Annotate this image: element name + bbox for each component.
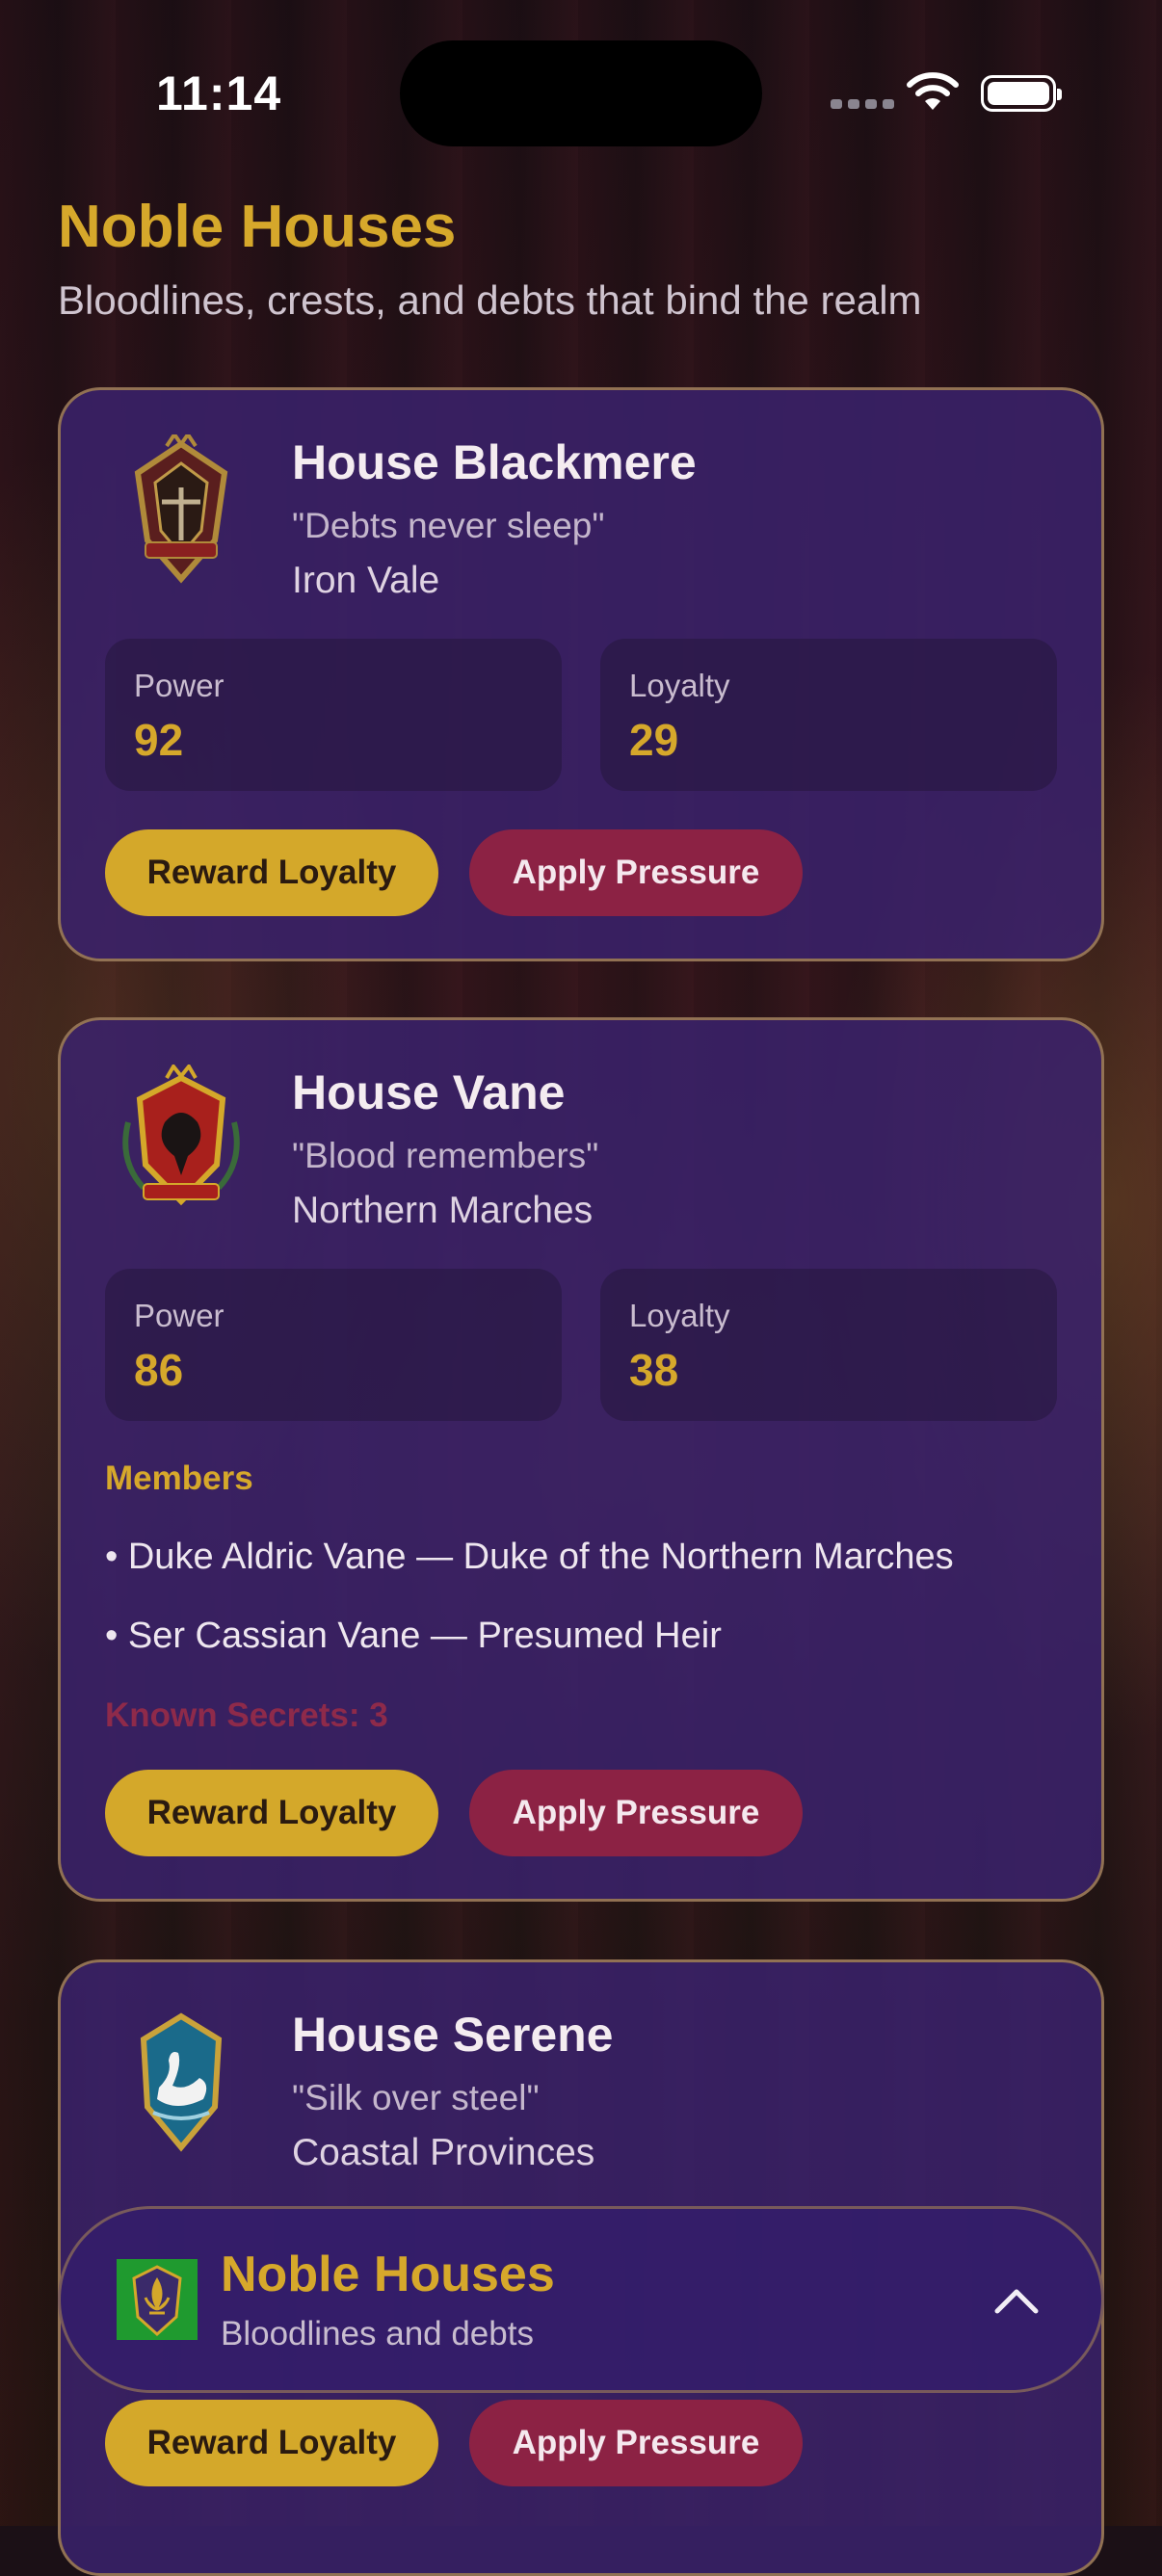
status-bar: 11:14 [0,0,1162,193]
power-value: 86 [134,1345,184,1395]
reward-loyalty-button[interactable]: Reward Loyalty [105,1770,438,1856]
crest-vane-icon [122,1065,240,1206]
fleur-de-lis-crest-icon [132,2265,182,2337]
reward-loyalty-button[interactable]: Reward Loyalty [105,2400,438,2486]
house-region: Iron Vale [292,560,440,601]
house-name: House Blackmere [292,435,697,489]
loyalty-value: 29 [629,715,679,765]
power-stat: Power 86 [105,1269,562,1421]
loyalty-value: 38 [629,1345,679,1395]
apply-pressure-button[interactable]: Apply Pressure [469,2400,803,2486]
crest-blackmere-icon [134,434,228,584]
members-heading: Members [105,1459,253,1497]
house-card-vane[interactable]: House Vane "Blood remembers" Northern Ma… [58,1017,1104,1902]
wifi-icon [907,72,959,110]
house-name: House Vane [292,1065,566,1119]
dock-subtitle: Bloodlines and debts [221,2315,534,2353]
reward-loyalty-button[interactable]: Reward Loyalty [105,829,438,916]
loyalty-label: Loyalty [629,1298,730,1333]
status-time: 11:14 [156,66,282,120]
apply-pressure-button[interactable]: Apply Pressure [469,829,803,916]
house-region: Coastal Provinces [292,2132,595,2173]
house-card-blackmere[interactable]: House Blackmere "Debts never sleep" Iron… [58,387,1104,961]
power-label: Power [134,668,224,703]
page-title: Noble Houses [58,194,457,260]
crest-serene-icon [140,2012,223,2152]
floating-section-dock[interactable]: Noble Houses Bloodlines and debts [58,2206,1104,2393]
member-item: • Duke Aldric Vane — Duke of the Norther… [105,1537,954,1577]
page-subtitle: Bloodlines, crests, and debts that bind … [58,277,922,323]
house-motto: "Silk over steel" [292,2078,540,2117]
house-motto: "Debts never sleep" [292,506,605,545]
dynamic-island [400,40,762,146]
cellular-signal-icon [831,99,894,109]
battery-icon [981,75,1062,112]
house-region: Northern Marches [292,1190,594,1231]
loyalty-stat: Loyalty 38 [600,1269,1057,1421]
member-item: • Ser Cassian Vane — Presumed Heir [105,1616,722,1656]
loyalty-stat: Loyalty 29 [600,639,1057,791]
known-secrets: Known Secrets: 3 [105,1696,388,1734]
house-motto: "Blood remembers" [292,1136,599,1175]
power-stat: Power 92 [105,639,562,791]
apply-pressure-button[interactable]: Apply Pressure [469,1770,803,1856]
power-value: 92 [134,715,184,765]
dock-flag-icon [117,2259,198,2340]
chevron-up-icon[interactable] [988,2273,1045,2330]
loyalty-label: Loyalty [629,668,730,703]
house-name: House Serene [292,2008,614,2062]
dock-title: Noble Houses [221,2247,555,2302]
power-label: Power [134,1298,224,1333]
